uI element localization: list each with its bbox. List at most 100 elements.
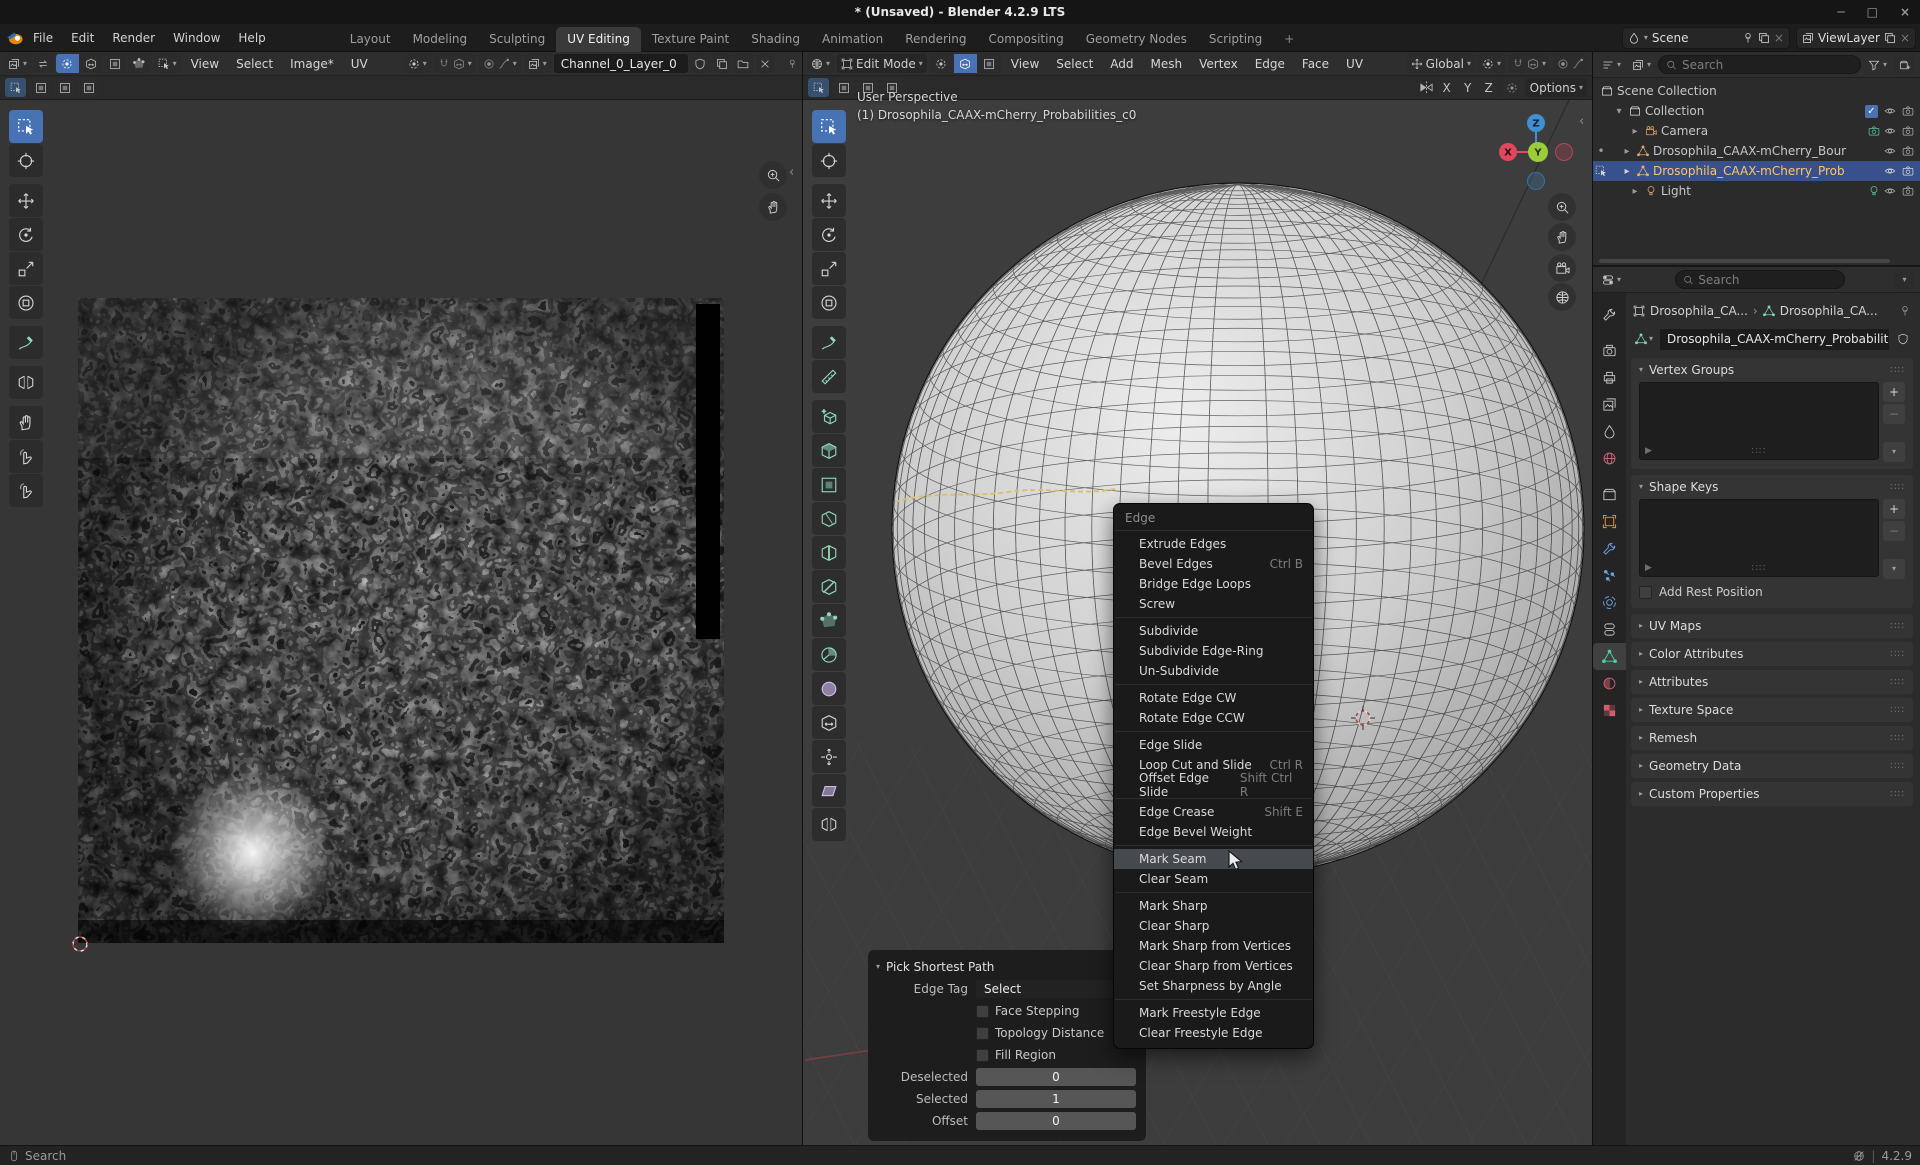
uv-select-face-button[interactable]	[104, 54, 127, 73]
uv-tool-mode-extend[interactable]	[29, 78, 52, 97]
uv-tool-mode-new[interactable]	[5, 78, 26, 97]
uv-tool-mode-subtract[interactable]	[53, 78, 76, 97]
uv-proportional-editing-dropdown[interactable]: ▾	[479, 54, 521, 73]
outliner-search[interactable]	[1658, 55, 1861, 74]
panel-drag-handle[interactable]: ∷∷	[1890, 649, 1905, 660]
properties-tab-tool[interactable]	[1593, 301, 1626, 328]
panel-drag-handle[interactable]: ∷∷	[1890, 705, 1905, 716]
vp-tool-transform[interactable]	[812, 286, 846, 319]
outliner-display-mode-dropdown[interactable]: ▾	[1598, 55, 1625, 74]
properties-tab-render[interactable]	[1593, 337, 1626, 364]
collection-checkbox[interactable]: ✓	[1865, 105, 1878, 118]
vp-tool-poly-build[interactable]	[812, 604, 846, 637]
uv-tool-transform[interactable]	[9, 286, 43, 319]
menu-file[interactable]: File	[24, 28, 62, 48]
workspace-tab-uv-editing[interactable]: UV Editing	[556, 27, 641, 52]
network-offline-icon[interactable]	[1853, 1150, 1865, 1162]
transform-orientation-dropdown[interactable]: Global▾	[1407, 54, 1475, 73]
menu-item-edge-slide[interactable]: Edge Slide	[1114, 735, 1313, 755]
proportional-editing-dropdown[interactable]	[1553, 54, 1588, 73]
workspace-tab-shading[interactable]: Shading	[740, 27, 811, 52]
render-visibility-icon[interactable]	[1902, 145, 1914, 157]
panel-drag-handle[interactable]: ∷∷	[1890, 621, 1905, 632]
uv-tool-rip-region[interactable]	[9, 366, 43, 399]
vp-tool-loop-cut[interactable]	[812, 536, 846, 569]
face-select-button[interactable]	[978, 54, 1001, 73]
breadcrumb-data-name[interactable]: Drosophila_CA...	[1780, 304, 1878, 318]
unlink-scene-icon[interactable]: ×	[1774, 31, 1784, 45]
vertex-groups-list[interactable]: ▶∷∷	[1639, 382, 1879, 460]
menu-item-subdivide-edge-ring[interactable]: Subdivide Edge-Ring	[1114, 641, 1313, 661]
uv-canvas[interactable]	[0, 100, 802, 1145]
menu-item-clear-seam[interactable]: Clear Seam	[1114, 869, 1313, 889]
uv-pivot-dropdown[interactable]: ▾	[404, 54, 431, 73]
uv-tool-move[interactable]	[9, 184, 43, 217]
vertex-select-button[interactable]	[930, 54, 953, 73]
properties-tab-texture[interactable]	[1593, 697, 1626, 724]
panel-expand-arrow[interactable]: ▸	[1639, 734, 1643, 742]
workspace-tab-geometry-nodes[interactable]: Geometry Nodes	[1075, 27, 1198, 52]
uv-tool-select-box[interactable]	[9, 110, 43, 143]
topology-distance-checkbox[interactable]	[976, 1027, 989, 1040]
outliner-search-input[interactable]	[1682, 58, 1853, 72]
outliner-row-collection[interactable]: ▾ Collection ✓	[1593, 101, 1920, 121]
expand-arrow[interactable]: ▸	[1621, 146, 1633, 157]
workspace-tab-layout[interactable]: Layout	[339, 27, 402, 52]
vp-tool-bevel[interactable]	[812, 502, 846, 535]
vp-tool-scale[interactable]	[812, 252, 846, 285]
uv-menu-uv[interactable]: UV	[344, 57, 375, 71]
panel-expand-arrow[interactable]: ▸	[1639, 650, 1643, 658]
hide-eye-icon[interactable]	[1884, 145, 1896, 157]
uv-image-name-field[interactable]: Channel_0_Layer_0	[554, 54, 688, 73]
new-collection-button[interactable]	[1894, 55, 1915, 74]
uv-pan-button[interactable]	[759, 193, 787, 221]
menu-item-un-subdivide[interactable]: Un-Subdivide	[1114, 661, 1313, 681]
uv-select-vertex-button[interactable]	[56, 54, 79, 73]
workspace-tab-compositing[interactable]: Compositing	[977, 27, 1074, 52]
properties-options-dropdown[interactable]: ▾	[1894, 270, 1915, 289]
properties-tab-scene[interactable]	[1593, 418, 1626, 445]
properties-tab-output[interactable]	[1593, 364, 1626, 391]
panel-drag-handle[interactable]: ∷∷	[1890, 761, 1905, 772]
vp-menu-face[interactable]: Face	[1295, 57, 1336, 71]
menu-window[interactable]: Window	[164, 28, 229, 48]
uv-select-island-button[interactable]	[128, 54, 151, 73]
add-workspace-button[interactable]: +	[1273, 27, 1305, 52]
menu-item-mark-sharp[interactable]: Mark Sharp	[1114, 896, 1313, 916]
selected-value-field[interactable]: 1	[976, 1090, 1136, 1108]
uv-tool-relax[interactable]	[9, 440, 43, 473]
vp-menu-edge[interactable]: Edge	[1248, 57, 1292, 71]
snap-dropdown[interactable]: ▾	[1508, 54, 1550, 73]
vp-tool-mode-new[interactable]	[808, 78, 829, 97]
hide-eye-icon[interactable]	[1884, 105, 1896, 117]
uv-tool-scale[interactable]	[9, 252, 43, 285]
vp-tool-rip-region[interactable]	[812, 808, 846, 841]
window-minimize-button[interactable]: ─	[1837, 5, 1844, 19]
expand-arrow[interactable]: ▸	[1621, 166, 1633, 177]
uv-image-browse-dropdown[interactable]: ▾	[524, 54, 551, 73]
workspace-tab-animation[interactable]: Animation	[811, 27, 894, 52]
vp-tool-smooth[interactable]	[812, 672, 846, 705]
vp-menu-vertex[interactable]: Vertex	[1192, 57, 1245, 71]
properties-tab-material[interactable]	[1593, 670, 1626, 697]
fake-user-shield-button[interactable]	[1892, 329, 1913, 350]
menu-item-clear-sharp[interactable]: Clear Sharp	[1114, 916, 1313, 936]
view-layer-selector[interactable]: ViewLayer ×	[1796, 27, 1916, 49]
menu-item-offset-edge-slide[interactable]: Offset Edge SlideShift Ctrl R	[1114, 775, 1313, 795]
outliner-row-light[interactable]: ▸ Light	[1593, 181, 1920, 201]
workspace-tab-texture-paint[interactable]: Texture Paint	[641, 27, 740, 52]
properties-search[interactable]	[1675, 270, 1845, 289]
panel-drag-handle[interactable]: ∷∷	[1890, 789, 1905, 800]
properties-tab-object[interactable]	[1593, 508, 1626, 535]
vertex-group-specials-dropdown[interactable]: ▾	[1883, 442, 1905, 462]
uv-sync-selection-toggle[interactable]	[34, 54, 53, 73]
menu-item-set-sharpness-by-angle[interactable]: Set Sharpness by Angle	[1114, 976, 1313, 996]
expand-arrow[interactable]: ▸	[1629, 186, 1641, 197]
panel-drag-handle[interactable]: ∷∷	[1890, 733, 1905, 744]
vp-tool-shrink-fatten[interactable]	[812, 740, 846, 773]
outliner-filter-dropdown[interactable]: ▾	[1628, 55, 1655, 74]
vp-tool-shear[interactable]	[812, 774, 846, 807]
edge-select-button[interactable]	[954, 54, 977, 73]
render-visibility-icon[interactable]	[1902, 185, 1914, 197]
properties-editor-type-dropdown[interactable]: ▾	[1598, 270, 1625, 289]
